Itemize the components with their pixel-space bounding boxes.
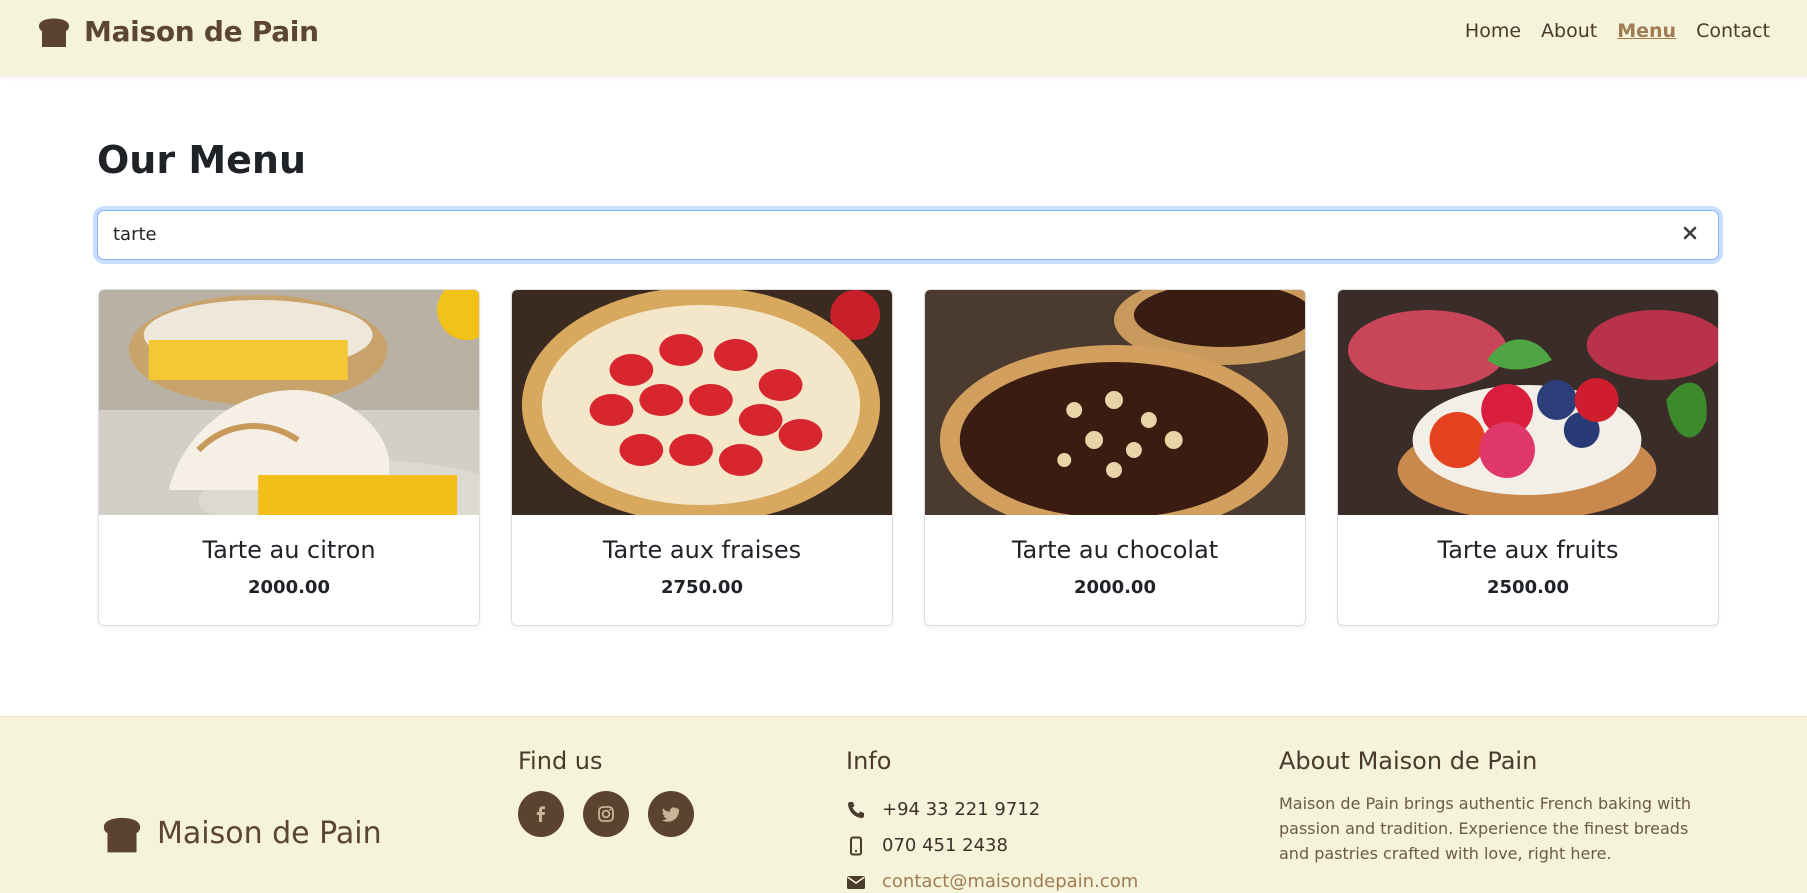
mobile-icon <box>850 836 862 855</box>
mobile-number: 070 451 2438 <box>882 835 1008 856</box>
product-name: Tarte aux fraises <box>602 536 802 564</box>
about-heading: About Maison de Pain <box>1279 747 1538 775</box>
phone-row: +94 33 221 9712 <box>846 799 1040 820</box>
find-us-heading: Find us <box>518 747 603 775</box>
search-input[interactable] <box>113 224 1653 245</box>
social-links <box>518 791 694 837</box>
navbar: Maison de Pain Home About Menu Contact <box>0 0 1807 76</box>
product-card[interactable]: Tarte au chocolat 2000.00 <box>924 289 1306 626</box>
fruit-tart-image <box>1338 290 1718 515</box>
brand-name: Maison de Pain <box>84 14 319 48</box>
lemon-tart-image <box>99 290 479 515</box>
about-text: Maison de Pain brings authentic French b… <box>1279 794 1692 863</box>
product-price: 2000.00 <box>1074 577 1156 598</box>
nav-about-link[interactable]: About <box>1541 20 1597 42</box>
product-price: 2000.00 <box>248 577 330 598</box>
product-price: 2750.00 <box>661 577 743 598</box>
phone-number: +94 33 221 9712 <box>882 799 1041 820</box>
twitter-link[interactable] <box>648 791 694 837</box>
email-row: contact@maisondepain.com <box>846 871 1138 892</box>
product-price: 2500.00 <box>1487 577 1569 598</box>
info-heading: Info <box>846 747 892 775</box>
main-nav: Home About Menu Contact <box>1465 20 1770 42</box>
page-title: Our Menu <box>97 138 307 182</box>
brand-link[interactable]: Maison de Pain <box>34 12 319 50</box>
phone-icon <box>848 801 864 818</box>
product-grid: Tarte au citron 2000.00 Tarte aux fraise… <box>98 289 1719 626</box>
email-link[interactable]: contact@maisondepain.com <box>882 871 1138 892</box>
envelope-icon <box>847 875 865 889</box>
instagram-link[interactable] <box>583 791 629 837</box>
product-name: Tarte au chocolat <box>1011 536 1219 564</box>
chocolate-tart-image <box>925 290 1305 515</box>
bread-icon <box>39 18 69 47</box>
facebook-link[interactable] <box>518 791 564 837</box>
close-icon[interactable] <box>1680 223 1700 243</box>
product-name: Tarte au citron <box>202 536 376 564</box>
product-card[interactable]: Tarte aux fruits 2500.00 <box>1337 289 1719 626</box>
facebook-icon <box>536 806 545 822</box>
product-card[interactable]: Tarte au citron 2000.00 <box>98 289 480 626</box>
strawberry-tart-image <box>512 290 892 515</box>
nav-home-link[interactable]: Home <box>1465 20 1521 42</box>
nav-contact-link[interactable]: Contact <box>1696 20 1770 42</box>
footer-brand[interactable]: Maison de Pain <box>97 810 382 856</box>
twitter-icon <box>661 807 680 822</box>
mobile-row: 070 451 2438 <box>846 835 1008 856</box>
product-name: Tarte aux fruits <box>1437 536 1619 564</box>
instagram-icon <box>598 806 614 822</box>
bread-icon <box>103 817 141 853</box>
footer-brand-name: Maison de Pain <box>157 815 382 851</box>
nav-menu-link[interactable]: Menu <box>1617 20 1676 42</box>
search-box <box>97 210 1719 260</box>
product-card[interactable]: Tarte aux fraises 2750.00 <box>511 289 893 626</box>
